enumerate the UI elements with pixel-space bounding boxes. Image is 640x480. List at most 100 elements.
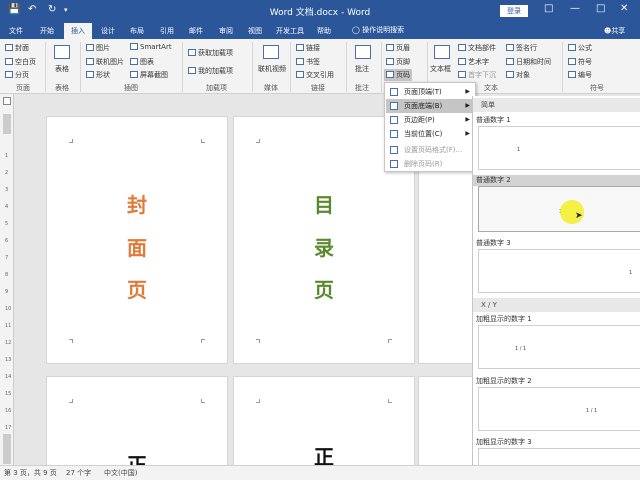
share-button[interactable]: ☻共享 (604, 26, 625, 36)
document-page[interactable]: 正 (233, 376, 415, 465)
gallery-item-label: 加粗显示的数字 1 (476, 315, 532, 323)
picture-label: 图片 (96, 44, 110, 52)
online-video-icon[interactable] (263, 45, 279, 59)
comment-label[interactable]: 批注 (355, 64, 369, 74)
tab-developer[interactable]: 开发工具 (276, 26, 304, 36)
tab-file[interactable]: 文件 (9, 26, 23, 36)
get-addins-button[interactable]: 获取加载项 (188, 48, 233, 58)
document-page[interactable]: 封 面 页 (46, 116, 228, 364)
menu-item-current-position[interactable]: 当前位置(C) ▶ (386, 127, 474, 141)
divider (562, 42, 563, 92)
ruler-toggle-button[interactable] (3, 97, 11, 105)
footer-label: 页脚 (396, 58, 410, 66)
cross-reference-button[interactable]: 交叉引用 (296, 70, 334, 80)
drop-cap-button[interactable]: 首字下沉 (458, 70, 496, 80)
tab-insert[interactable]: 插入 (64, 23, 92, 39)
menu-item-label: 页面底端(B) (404, 102, 443, 110)
menu-item-page-margins[interactable]: 页边距(P) ▶ (386, 113, 474, 127)
page-number-button[interactable]: 页码 (384, 69, 412, 81)
cross-reference-icon (296, 71, 304, 78)
language-status[interactable]: 中文(中国) (104, 468, 137, 478)
gallery-item-bold-number-2[interactable]: 1 / 1 (478, 387, 640, 431)
chart-button[interactable]: 图表 (130, 57, 154, 67)
gallery-item-label: 加粗显示的数字 3 (476, 438, 532, 446)
online-video-label[interactable]: 联机视频 (258, 64, 286, 74)
equation-button[interactable]: 公式 (568, 43, 592, 53)
menu-item-top-of-page[interactable]: 页面顶端(T) ▶ (386, 85, 474, 99)
divider (80, 42, 81, 92)
close-icon[interactable]: ✕ (620, 3, 628, 14)
vertical-ruler[interactable]: 1 2 3 4 5 6 7 8 9 10 11 12 13 14 15 16 17 (0, 94, 14, 465)
numbering-button[interactable]: 编号 (568, 70, 592, 80)
my-addins-button[interactable]: 我的加载项 (188, 66, 233, 76)
menu-item-label: 当前位置(C) (404, 130, 443, 138)
maximize-icon[interactable]: □ (596, 3, 605, 14)
tab-home[interactable]: 开始 (40, 26, 54, 36)
ruler-tick-label: 7 (5, 255, 9, 261)
cover-page-button[interactable]: 封面 (5, 43, 29, 53)
wordart-icon (458, 58, 466, 65)
page-break-button[interactable]: 分页 (5, 70, 29, 80)
menu-item-label: 设置页码格式(F)... (404, 146, 463, 154)
footer-icon (386, 58, 394, 65)
ruler-tick-label: 15 (5, 391, 12, 397)
divider (182, 42, 183, 92)
document-page[interactable]: 正 (46, 376, 228, 465)
ruler-tick-label: 2 (5, 170, 9, 176)
signature-line-button[interactable]: 签名行 (506, 43, 537, 53)
tell-me-search[interactable]: ◯ 操作说明搜索 (352, 25, 404, 35)
shapes-button[interactable]: 形状 (86, 70, 110, 80)
store-icon (188, 49, 196, 56)
tab-layout[interactable]: 布局 (130, 26, 144, 36)
date-time-button[interactable]: 日期和时间 (506, 57, 551, 67)
footer-button[interactable]: 页脚 (386, 57, 410, 67)
tab-review[interactable]: 审阅 (219, 26, 233, 36)
picture-button[interactable]: 图片 (86, 43, 110, 53)
object-button[interactable]: 对象 (506, 70, 530, 80)
restore-icon[interactable]: □ (544, 3, 553, 14)
minimize-icon[interactable]: — (570, 3, 580, 14)
gallery-item-plain-number-3[interactable]: 1 (478, 249, 640, 293)
link-button[interactable]: 链接 (296, 43, 320, 53)
menu-item-bottom-of-page[interactable]: 页面底端(B) ▶ (386, 99, 474, 113)
word-count-status[interactable]: 27 个字 (66, 468, 91, 478)
gallery-item-plain-number-1[interactable]: 1 (478, 126, 640, 170)
tab-help[interactable]: 帮助 (317, 26, 331, 36)
textbox-label[interactable]: 文本框 (430, 64, 451, 74)
group-tables-label: 表格 (55, 84, 69, 92)
tab-references[interactable]: 引用 (160, 26, 174, 36)
page-count-status[interactable]: 第 3 页，共 9 页 (4, 468, 57, 478)
gallery-item-plain-number-2[interactable]: 1 (478, 186, 640, 232)
chevron-right-icon: ▶ (465, 130, 470, 137)
ribbon: 封面 空白页 分页 页面 表格 表格 图片 联机图片 形状 SmartArt 图… (0, 39, 640, 94)
tab-view[interactable]: 视图 (248, 26, 262, 36)
smartart-button[interactable]: SmartArt (130, 43, 172, 51)
wordart-label: 艺术字 (468, 58, 489, 66)
blank-page-icon (5, 58, 13, 65)
textbox-icon[interactable] (434, 45, 450, 59)
online-picture-button[interactable]: 联机图片 (86, 57, 124, 67)
header-button[interactable]: 页眉 (386, 43, 410, 53)
table-icon[interactable] (54, 45, 70, 59)
comment-icon[interactable] (355, 45, 371, 59)
ruler-tick-label: 11 (5, 323, 12, 329)
wordart-button[interactable]: 艺术字 (458, 57, 489, 67)
margin-corner (201, 139, 205, 143)
quick-parts-button[interactable]: 文档部件 (458, 43, 496, 53)
gallery-item-bold-number-3[interactable] (478, 448, 640, 465)
tab-mailings[interactable]: 邮件 (189, 26, 203, 36)
blank-page-button[interactable]: 空白页 (5, 57, 36, 67)
table-button-label[interactable]: 表格 (55, 64, 69, 74)
menu-item-format-page-numbers[interactable]: 设置页码格式(F)... (386, 143, 474, 157)
drop-cap-icon (458, 71, 466, 78)
tab-design[interactable]: 设计 (101, 26, 115, 36)
gallery-item-bold-number-1[interactable]: 1 / 1 (478, 325, 640, 369)
document-page[interactable] (418, 376, 478, 465)
screenshot-button[interactable]: 屏幕截图 (130, 70, 168, 80)
login-button[interactable]: 登录 (500, 5, 528, 17)
bookmark-button[interactable]: 书签 (296, 57, 320, 67)
menu-item-remove-page-numbers[interactable]: 删除页码(R) (386, 157, 474, 171)
blank-label: 空白页 (15, 58, 36, 66)
symbol-button[interactable]: 符号 (568, 57, 592, 67)
signature-label: 签名行 (516, 44, 537, 52)
